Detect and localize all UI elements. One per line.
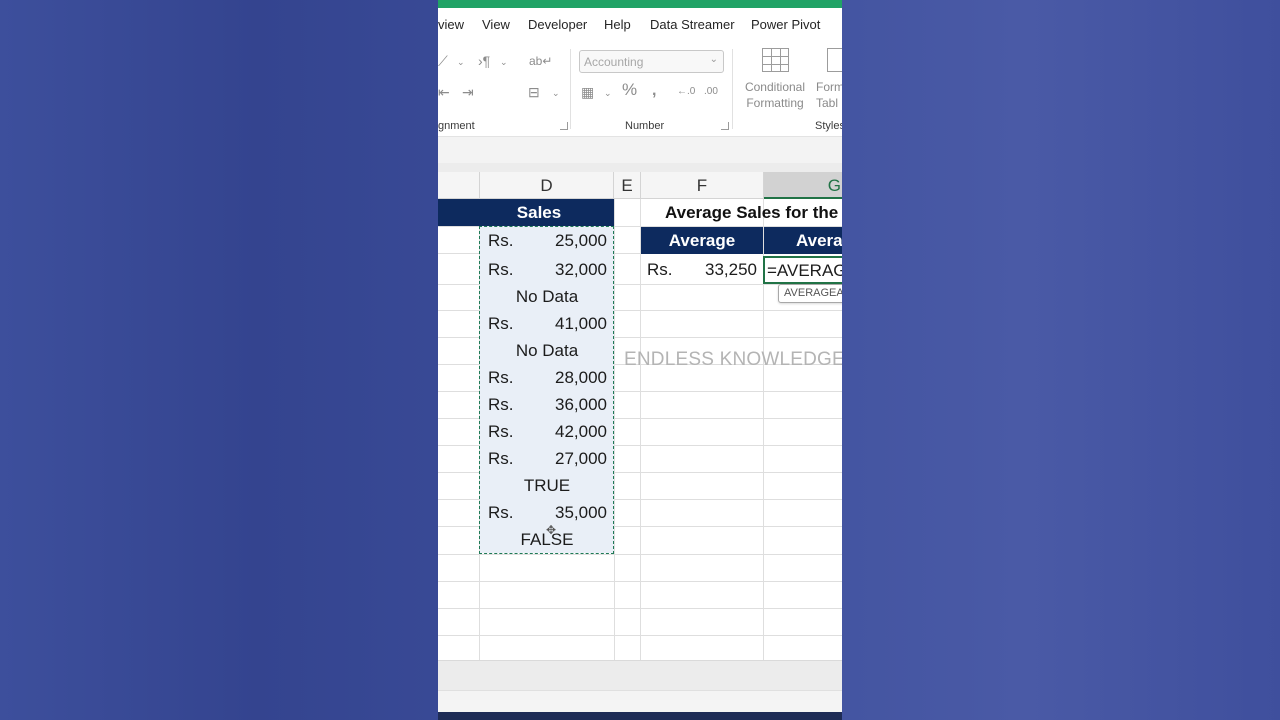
function-tooltip[interactable]: AVERAGEA	[778, 284, 842, 303]
formula-bar-edge	[438, 163, 842, 172]
number-group-label: Number	[625, 120, 665, 132]
increase-indent-icon[interactable]: ⇥	[462, 85, 474, 99]
chevron-down-icon[interactable]: ⌄	[500, 57, 508, 68]
comma-style-icon[interactable]: ,	[652, 83, 656, 99]
worksheet-grid[interactable]: Sales Rs. 25,000 Rs. 32,000 No Data Rs. 41,000…	[438, 199, 842, 660]
decrease-indent-icon[interactable]: ⇤	[438, 85, 450, 99]
tab-help[interactable]: Help	[604, 17, 631, 32]
merge-center-icon[interactable]: ⊟	[528, 85, 540, 99]
group-divider	[570, 49, 571, 129]
ribbon-spacer	[438, 137, 842, 163]
conditional-formatting-button[interactable]: Conditional Formatting	[743, 79, 807, 111]
number-format-value: Accounting	[584, 55, 644, 69]
gridline	[438, 635, 842, 636]
status-bar	[438, 690, 842, 712]
column-header-g[interactable]: G	[764, 172, 842, 199]
excel-window: view View Developer Help Data Streamer P…	[438, 0, 842, 720]
taskbar	[438, 712, 842, 720]
formula-input[interactable]: =AVERAG	[767, 261, 842, 281]
format-as-table-icon[interactable]	[827, 48, 842, 72]
cell-cursor-icon: ✥	[546, 523, 557, 537]
alignment-dialog-launcher-icon[interactable]	[560, 122, 568, 130]
chevron-down-icon[interactable]: ⌄	[604, 88, 612, 99]
orientation-icon[interactable]: ⟋	[438, 54, 448, 68]
tab-review[interactable]: view	[438, 17, 464, 32]
gridline	[438, 581, 842, 582]
sheet-tabs-bar	[438, 660, 842, 690]
gridline	[614, 199, 615, 660]
tab-developer[interactable]: Developer	[528, 17, 587, 32]
percent-style-icon[interactable]: %	[622, 81, 637, 98]
format-as-table-button[interactable]: Form Tabl	[816, 79, 842, 111]
column-header-d[interactable]: D	[480, 172, 614, 199]
conditional-formatting-icon[interactable]	[762, 48, 789, 72]
column-header-f[interactable]: F	[641, 172, 764, 199]
tooltip-label: AVERAGEA	[784, 287, 842, 299]
title-bar-accent	[438, 0, 842, 8]
alignment-group-label: gnment	[438, 120, 475, 132]
average-sales-title[interactable]: Average Sales for the	[665, 199, 838, 226]
ribbon: ⟋ ⌄ ›¶ ⌄ ⇤ ⇥ ab↵ ⊟ ⌄ gnment Accounting ⌄…	[438, 41, 842, 137]
average-header[interactable]: Average	[641, 227, 763, 254]
column-header-e[interactable]: E	[614, 172, 641, 199]
rtl-text-direction-icon[interactable]: ›¶	[478, 54, 490, 68]
chevron-down-icon: ⌄	[709, 54, 718, 65]
column-header-c[interactable]	[438, 172, 480, 199]
chevron-down-icon[interactable]: ⌄	[457, 57, 465, 68]
group-divider	[732, 49, 733, 129]
number-format-dropdown[interactable]: Accounting ⌄	[579, 50, 724, 73]
column-headers: D E F G	[438, 172, 842, 199]
tab-view[interactable]: View	[482, 17, 510, 32]
gridline	[438, 554, 842, 555]
tab-data-streamer[interactable]: Data Streamer	[650, 17, 735, 32]
gridline	[438, 608, 842, 609]
sales-header[interactable]: Sales	[438, 199, 614, 226]
chevron-down-icon[interactable]: ⌄	[552, 88, 560, 99]
copy-selection-marquee	[479, 226, 614, 554]
increase-decimal-icon[interactable]: ←.0	[677, 85, 695, 99]
decrease-decimal-icon[interactable]: .00	[704, 85, 718, 99]
ribbon-tabs: view View Developer Help Data Streamer P…	[438, 8, 842, 41]
active-cell-g3[interactable]: =AVERAG	[763, 256, 842, 284]
average-value[interactable]: 33,250	[641, 256, 757, 283]
averagea-header[interactable]: Avera	[764, 227, 842, 254]
tab-power-pivot[interactable]: Power Pivot	[751, 17, 820, 32]
styles-group-label: Styles	[815, 120, 842, 132]
watermark: ENDLESS KNOWLEDGE	[624, 349, 842, 370]
wrap-text-icon[interactable]: ab↵	[529, 54, 552, 68]
number-dialog-launcher-icon[interactable]	[721, 122, 729, 130]
accounting-format-icon[interactable]: ▦	[581, 85, 594, 99]
